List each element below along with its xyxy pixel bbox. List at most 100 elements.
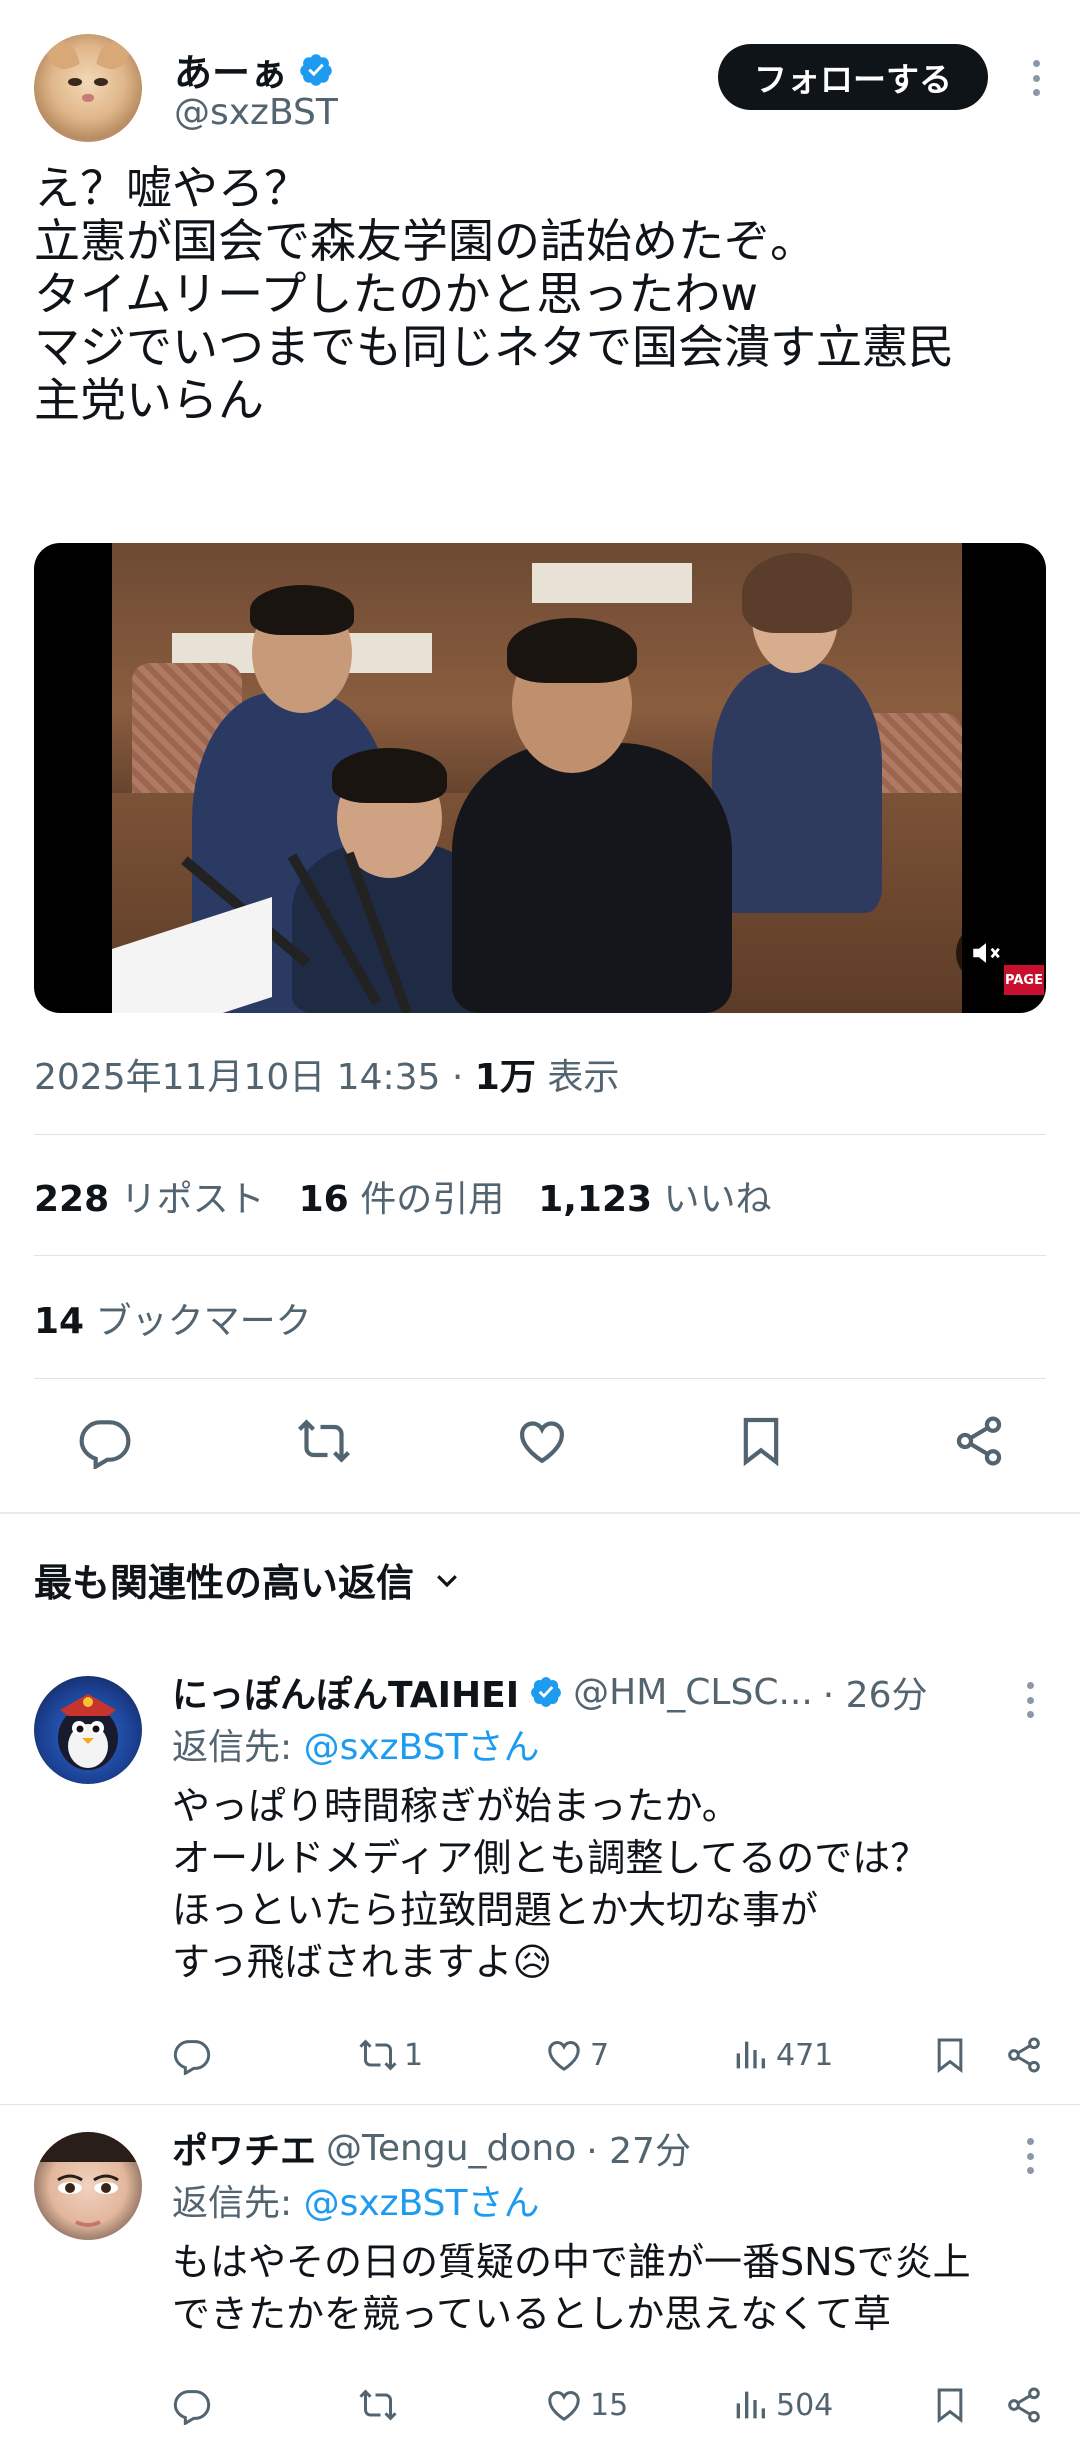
reply-author-handle[interactable]: @HM_CLSC... <box>573 1672 813 1713</box>
tweet-text-line: 主党いらん <box>34 373 264 427</box>
quotes-stat[interactable]: 16 件の引用 <box>299 1170 505 1222</box>
reply-views-button[interactable]: 471 <box>730 2035 916 2075</box>
reply-header: にっぽんぽんTAIHEI @HM_CLSC... · 26分 <box>172 1666 928 1718</box>
bookmarks-stat[interactable]: 14 ブックマーク <box>34 1292 312 1344</box>
reply-header: ポワチエ @Tengu_dono · 27分 <box>172 2122 691 2174</box>
reply-avatar[interactable] <box>34 1676 142 1784</box>
tweet-timestamp[interactable]: 2025年11月10日 14:35 <box>34 1057 440 1098</box>
reply-action-bar: 1 7 471 <box>172 2030 1044 2080</box>
heart-icon <box>520 1421 564 1464</box>
meta-separator: · <box>451 1057 464 1098</box>
author-handle[interactable]: @sxzBST <box>174 92 338 133</box>
reply-views-button[interactable]: 504 <box>730 2385 916 2425</box>
reply-action-bar: 15 504 <box>172 2380 1044 2430</box>
share-icon <box>956 1416 1002 1466</box>
retweets-stat[interactable]: 228 リポスト <box>34 1170 265 1222</box>
author-name-text: あーぁ <box>174 51 289 95</box>
media-source-logo: PAGE <box>1004 965 1044 995</box>
reply-text: やっぱり時間稼ぎが始まったか。 オールドメディア側とも調整してるのでは？ ほっと… <box>172 1780 1052 1988</box>
reply-like-button[interactable]: 7 <box>544 2035 730 2075</box>
views-chart-icon <box>736 2391 765 2419</box>
reply-text: もはやその日の質疑の中で誰が一番SNSで炎上 できたかを競っているとしか思えなく… <box>172 2236 1052 2340</box>
reply-button[interactable] <box>74 1410 136 1472</box>
like-count: 15 <box>590 2387 629 2423</box>
follow-button[interactable]: フォローする <box>718 44 988 110</box>
view-count: 471 <box>776 2037 834 2073</box>
views-label: 表示 <box>547 1057 620 1098</box>
reply-to-line: 返信先: @sxzBSTさん <box>172 1727 540 1768</box>
retweet-button[interactable] <box>293 1410 355 1472</box>
more-options-icon[interactable] <box>1022 54 1050 102</box>
reply-author-name[interactable]: にっぽんぽんTAIHEI <box>172 1666 519 1718</box>
tweet-action-bar <box>34 1410 1046 1490</box>
divider <box>34 1378 1046 1379</box>
likes-stat[interactable]: 1,123 いいね <box>538 1170 771 1222</box>
retweet-icon <box>359 2389 397 2421</box>
reply-item[interactable]: にっぽんぽんTAIHEI @HM_CLSC... · 26分 返信先: @sxz… <box>0 1660 1080 2100</box>
tweet-text-line: タイムリープしたのかと思ったわw <box>34 267 758 321</box>
share-icon[interactable] <box>1004 2035 1044 2075</box>
verified-badge-icon <box>531 1677 562 1707</box>
bookmark-button[interactable] <box>730 1410 792 1472</box>
reply-text-line: ほっといたら拉致問題とか大切な事が <box>172 1888 819 1932</box>
reply-text-line: できたかを競っているとしか思えなくて草 <box>172 2292 891 2336</box>
reply-icon <box>79 1420 131 1469</box>
views-count: 1万 <box>474 1057 536 1098</box>
tweet-text: え？嘘やろ？ 立憲が国会で森友学園の話始めたぞ。 タイムリープしたのかと思ったわ… <box>34 162 1054 427</box>
bookmark-icon <box>743 1417 778 1467</box>
tweet-meta: 2025年11月10日 14:35 · 1万 表示 <box>34 1048 619 1100</box>
reply-retweet-button[interactable]: 1 <box>358 2035 544 2075</box>
reply-text-line: もはやその日の質疑の中で誰が一番SNSで炎上 <box>172 2240 971 2284</box>
tweet-video[interactable]: PAGE <box>34 543 1046 1013</box>
reply-like-button[interactable]: 15 <box>544 2385 730 2425</box>
tweet-text-line: マジでいつまでも同じネタで国会潰す立憲民 <box>34 320 954 374</box>
replies-sort-label: 最も関連性の高い返信 <box>34 1561 415 1605</box>
portrait-avatar-icon <box>34 2132 142 2227</box>
heart-icon <box>548 2391 580 2421</box>
reply-author-name[interactable]: ポワチエ <box>172 2122 316 2174</box>
reply-icon <box>173 2040 211 2075</box>
views-chart-icon <box>736 2041 765 2069</box>
divider <box>0 2104 1080 2105</box>
reply-item[interactable]: ポワチエ @Tengu_dono · 27分 返信先: @sxzBSTさん もは… <box>0 2112 1080 2452</box>
bookmark-icon[interactable] <box>930 2035 970 2075</box>
author-avatar[interactable] <box>34 34 142 142</box>
divider <box>34 1134 1046 1135</box>
section-divider <box>0 1512 1080 1514</box>
tweet-stats: 228 リポスト 16 件の引用 1,123 いいね <box>34 1170 772 1222</box>
reply-to-link[interactable]: @sxzBSTさん <box>304 1727 540 1768</box>
author-display-name[interactable]: あーぁ <box>174 42 334 97</box>
like-count: 7 <box>590 2037 610 2073</box>
reply-icon <box>173 2390 211 2425</box>
reply-retweet-button[interactable] <box>358 2385 544 2425</box>
reply-avatar[interactable] <box>34 2132 142 2240</box>
speaker-muted-icon <box>973 943 1000 963</box>
divider <box>34 1255 1046 1256</box>
reply-text-line: オールドメディア側とも調整してるのでは？ <box>172 1836 929 1880</box>
share-button[interactable] <box>948 1410 1010 1472</box>
tweet-text-line: 立憲が国会で森友学園の話始めたぞ。 <box>34 214 816 268</box>
reply-more-options-icon[interactable] <box>1016 2132 1044 2180</box>
reply-text-line: すっ飛ばされますよ😥 <box>172 1940 553 1984</box>
view-count: 504 <box>776 2387 834 2423</box>
replies-sort-dropdown[interactable]: 最も関連性の高い返信 <box>34 1552 462 1607</box>
share-icon[interactable] <box>1004 2385 1044 2425</box>
reply-reply-button[interactable] <box>172 2385 358 2425</box>
reply-time[interactable]: · 27分 <box>586 2122 691 2174</box>
tweet-author-row: あーぁ @sxzBST フォローする <box>34 34 1050 146</box>
reply-to-link[interactable]: @sxzBSTさん <box>304 2183 540 2224</box>
reply-reply-button[interactable] <box>172 2035 358 2075</box>
chevron-down-icon <box>437 1574 457 1587</box>
heart-icon <box>548 2041 580 2071</box>
video-frame <box>112 543 962 1013</box>
reply-text-line: やっぱり時間稼ぎが始まったか。 <box>172 1784 740 1828</box>
retweet-icon <box>359 2039 397 2071</box>
retweet-count: 1 <box>404 2037 424 2073</box>
reply-more-options-icon[interactable] <box>1016 1676 1044 1724</box>
bookmark-icon[interactable] <box>930 2385 970 2425</box>
like-button[interactable] <box>511 1410 573 1472</box>
reply-time[interactable]: · 26分 <box>823 1666 928 1718</box>
reply-author-handle[interactable]: @Tengu_dono <box>326 2128 576 2169</box>
tweet-text-line: え？嘘やろ？ <box>34 161 310 215</box>
verified-badge-icon <box>300 53 332 86</box>
